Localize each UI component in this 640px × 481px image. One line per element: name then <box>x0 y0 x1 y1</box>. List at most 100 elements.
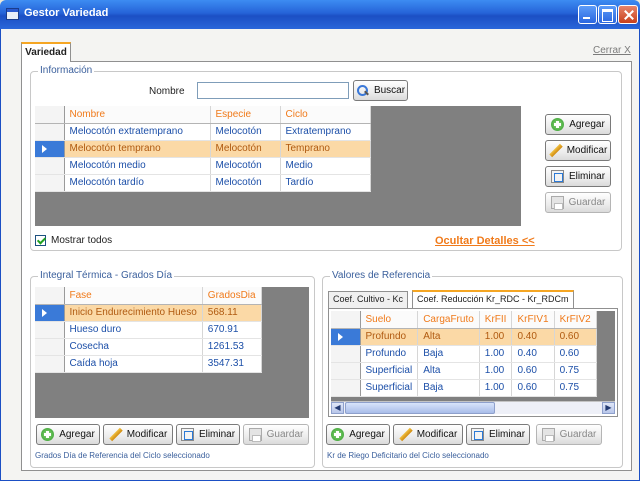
row-selector[interactable] <box>35 338 65 356</box>
column-header[interactable]: GradosDia <box>202 287 262 305</box>
table-row[interactable]: Superficial Baja 1.00 0.60 0.75 <box>331 379 597 397</box>
scrollbar-thumb[interactable] <box>345 402 495 414</box>
delete-coef-button[interactable]: Eliminar <box>466 424 530 445</box>
table-cell[interactable]: Melocotón tardío <box>64 174 211 192</box>
hide-details-link[interactable]: Ocultar Detalles << <box>435 235 535 247</box>
row-selector[interactable] <box>331 379 361 397</box>
row-selector[interactable] <box>35 321 65 339</box>
add-phase-button[interactable]: Agregar <box>36 424 100 445</box>
table-row[interactable]: Melocotón tardío Melocotón Tardío <box>35 174 371 192</box>
table-cell[interactable]: Melocotón <box>210 174 281 192</box>
table-cell[interactable]: 670.91 <box>202 321 262 339</box>
column-header[interactable]: KrFII <box>479 311 513 329</box>
table-cell[interactable]: Hueso duro <box>64 321 203 339</box>
minimize-icon[interactable] <box>578 5 597 24</box>
search-button[interactable]: Buscar <box>353 80 408 101</box>
table-cell[interactable]: Baja <box>417 345 480 363</box>
table-cell[interactable]: 0.60 <box>511 362 555 380</box>
column-header[interactable]: KrFIV2 <box>554 311 597 329</box>
table-cell[interactable]: Inicio Endurecimiento Hueso <box>64 304 203 322</box>
row-selector[interactable] <box>35 140 65 158</box>
table-cell[interactable]: Melocotón <box>210 140 281 158</box>
scroll-left-icon[interactable]: ◀ <box>331 402 344 414</box>
table-cell[interactable]: Temprano <box>280 140 371 158</box>
row-selector[interactable] <box>331 328 361 346</box>
table-cell[interactable]: Medio <box>280 157 371 175</box>
save-variety-button[interactable]: Guardar <box>545 192 611 213</box>
show-all-checkbox[interactable] <box>35 235 46 246</box>
row-selector[interactable] <box>331 345 361 363</box>
column-header[interactable]: Especie <box>210 106 281 124</box>
table-cell[interactable]: 1.00 <box>479 345 513 363</box>
table-cell[interactable]: Melocotón extratemprano <box>64 123 211 141</box>
edit-coef-button[interactable]: Modificar <box>393 424 463 445</box>
column-header[interactable]: Nombre <box>64 106 211 124</box>
table-cell[interactable]: Baja <box>417 379 480 397</box>
row-selector[interactable] <box>331 362 361 380</box>
tab-coef-reduccion[interactable]: Coef. Reducción Kr_RDC - Kr_RDCm <box>412 290 574 308</box>
column-header[interactable]: Suelo <box>360 311 419 329</box>
table-cell[interactable]: 1261.53 <box>202 338 262 356</box>
add-coef-button[interactable]: Agregar <box>326 424 390 445</box>
table-row[interactable]: Superficial Alta 1.00 0.60 0.75 <box>331 362 597 380</box>
horizontal-scrollbar[interactable]: ◀ ▶ <box>331 401 615 414</box>
row-selector[interactable] <box>35 157 65 175</box>
table-row[interactable]: Melocotón medio Melocotón Medio <box>35 157 371 175</box>
table-cell[interactable]: Melocotón temprano <box>64 140 211 158</box>
table-cell[interactable]: Extratemprano <box>280 123 371 141</box>
table-cell[interactable]: 0.75 <box>554 362 597 380</box>
table-cell[interactable]: Cosecha <box>64 338 203 356</box>
table-cell[interactable]: 0.40 <box>511 345 555 363</box>
title-bar[interactable]: Gestor Variedad <box>0 0 640 29</box>
table-row[interactable]: Inicio Endurecimiento Hueso 568.11 <box>35 304 262 322</box>
table-row[interactable]: Profundo Alta 1.00 0.40 0.60 <box>331 328 597 346</box>
table-cell[interactable]: 0.75 <box>554 379 597 397</box>
row-selector[interactable] <box>35 123 65 141</box>
table-cell[interactable]: Alta <box>417 362 480 380</box>
delete-phase-button[interactable]: Eliminar <box>176 424 240 445</box>
scroll-right-icon[interactable]: ▶ <box>602 402 615 414</box>
edit-variety-button[interactable]: Modificar <box>545 140 611 161</box>
add-variety-button[interactable]: Agregar <box>545 114 611 135</box>
table-row[interactable]: Caída hoja 3547.31 <box>35 355 262 373</box>
table-cell[interactable]: 568.11 <box>202 304 262 322</box>
delete-variety-button[interactable]: Eliminar <box>545 166 611 187</box>
table-cell[interactable]: 0.60 <box>554 345 597 363</box>
tab-variedad[interactable]: Variedad <box>21 42 71 62</box>
table-cell[interactable]: 0.60 <box>554 328 597 346</box>
table-cell[interactable]: Melocotón <box>210 157 281 175</box>
table-cell[interactable]: Tardío <box>280 174 371 192</box>
close-window-icon[interactable] <box>618 5 638 24</box>
row-selector[interactable] <box>35 304 65 322</box>
table-cell[interactable]: Profundo <box>360 345 419 363</box>
table-row[interactable]: Melocotón temprano Melocotón Temprano <box>35 140 371 158</box>
row-selector[interactable] <box>35 355 65 373</box>
column-header[interactable]: Fase <box>64 287 203 305</box>
table-cell[interactable]: 1.00 <box>479 362 513 380</box>
edit-phase-button[interactable]: Modificar <box>103 424 173 445</box>
tab-coef-cultivo[interactable]: Coef. Cultivo - Kc <box>328 291 409 308</box>
save-phase-button[interactable]: Guardar <box>243 424 309 445</box>
variety-grid[interactable]: Nombre Especie Ciclo Melocotón extratempran… <box>35 106 521 226</box>
save-coef-button[interactable]: Guardar <box>536 424 602 445</box>
table-cell[interactable]: Melocotón <box>210 123 281 141</box>
table-cell[interactable]: 0.60 <box>511 379 555 397</box>
nombre-input[interactable] <box>197 82 349 99</box>
thermal-grid[interactable]: Fase GradosDia Inicio Endurecimiento Hueso… <box>35 287 309 418</box>
table-cell[interactable]: 1.00 <box>479 379 513 397</box>
table-row[interactable]: Cosecha 1261.53 <box>35 338 262 356</box>
table-cell[interactable]: Melocotón medio <box>64 157 211 175</box>
table-cell[interactable]: Profundo <box>360 328 419 346</box>
column-header[interactable]: Ciclo <box>280 106 371 124</box>
table-cell[interactable]: Superficial <box>360 362 419 380</box>
table-cell[interactable]: Alta <box>417 328 480 346</box>
table-cell[interactable]: Superficial <box>360 379 419 397</box>
row-selector[interactable] <box>35 174 65 192</box>
table-cell[interactable]: 1.00 <box>479 328 513 346</box>
table-cell[interactable]: 0.40 <box>511 328 555 346</box>
table-row[interactable]: Hueso duro 670.91 <box>35 321 262 339</box>
table-row[interactable]: Profundo Baja 1.00 0.40 0.60 <box>331 345 597 363</box>
table-cell[interactable]: 3547.31 <box>202 355 262 373</box>
close-tab-link[interactable]: Cerrar X <box>593 45 631 56</box>
maximize-icon[interactable] <box>598 5 617 24</box>
